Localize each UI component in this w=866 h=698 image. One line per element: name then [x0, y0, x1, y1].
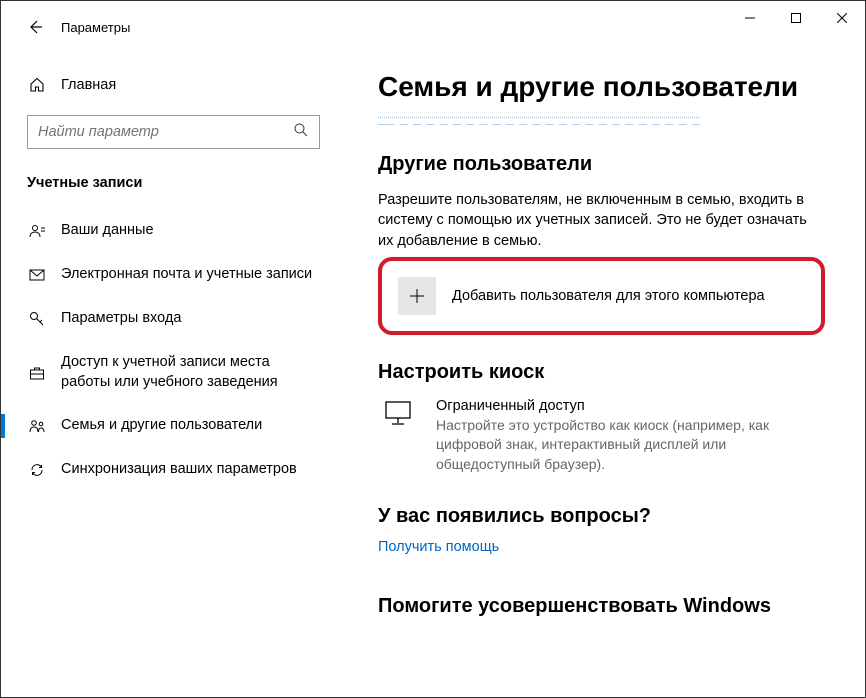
sidebar-item-label: Ваши данные: [61, 221, 154, 241]
add-user-label: Добавить пользователя для этого компьюте…: [452, 288, 765, 304]
kiosk-description: Настройте это устройство как киоск (напр…: [436, 416, 825, 475]
window-maximize-button[interactable]: [773, 2, 819, 34]
window-titlebar: [685, 1, 865, 35]
nav-home[interactable]: Главная: [17, 67, 330, 103]
briefcase-icon: [27, 365, 47, 381]
improve-heading: Помогите усовершенствовать Windows: [378, 595, 825, 618]
sidebar-item-label: Доступ к учетной записи места работы или…: [61, 353, 320, 392]
person-icon: [27, 223, 47, 240]
sidebar-item-label: Семья и другие пользователи: [61, 416, 262, 436]
search-icon: [293, 122, 309, 143]
sidebar-section-label: Учетные записи: [17, 169, 330, 209]
plus-icon: [398, 277, 436, 315]
home-icon: [27, 77, 47, 93]
add-user-button[interactable]: Добавить пользователя для этого компьюте…: [398, 277, 805, 315]
sidebar-item-email-accounts[interactable]: Электронная почта и учетные записи: [17, 253, 330, 297]
mail-icon: [27, 267, 47, 283]
kiosk-heading: Настроить киоск: [378, 361, 825, 384]
search-input-wrapper[interactable]: [27, 115, 320, 149]
sidebar-item-label: Электронная почта и учетные записи: [61, 265, 312, 285]
other-users-description: Разрешите пользователям, не включенным в…: [378, 190, 825, 251]
monitor-icon: [378, 398, 418, 428]
content-pane: Семья и другие пользователи __ _ _ _ _ _…: [346, 53, 865, 697]
sidebar-item-family-users[interactable]: Семья и другие пользователи: [17, 404, 330, 448]
window-minimize-button[interactable]: [727, 2, 773, 34]
key-icon: [27, 311, 47, 327]
sidebar-item-label: Синхронизация ваших параметров: [61, 460, 297, 480]
window-close-button[interactable]: [819, 2, 865, 34]
sidebar-item-label: Параметры входа: [61, 309, 181, 329]
kiosk-assigned-access[interactable]: Ограниченный доступ Настройте это устрой…: [378, 398, 825, 475]
search-input[interactable]: [38, 124, 293, 140]
nav-home-label: Главная: [61, 77, 116, 93]
questions-heading: У вас появились вопросы?: [378, 505, 825, 528]
app-title: Параметры: [61, 20, 130, 35]
people-icon: [27, 418, 47, 435]
back-button[interactable]: [21, 13, 49, 41]
sidebar: Главная Учетные записи Ваши данные Элект…: [1, 53, 346, 697]
page-title: Семья и другие пользователи: [378, 71, 825, 103]
other-users-heading: Другие пользователи: [378, 153, 825, 176]
sidebar-item-work-school[interactable]: Доступ к учетной записи места работы или…: [17, 341, 330, 404]
sidebar-item-your-info[interactable]: Ваши данные: [17, 209, 330, 253]
highlight-annotation: Добавить пользователя для этого компьюте…: [378, 257, 825, 335]
truncated-link[interactable]: __ _ _ _ _ _ _ _ _ _ _ _ _ _ _ _ _ _ _ _…: [378, 109, 825, 125]
sidebar-item-sync[interactable]: Синхронизация ваших параметров: [17, 448, 330, 492]
kiosk-title: Ограниченный доступ: [436, 398, 825, 414]
sync-icon: [27, 462, 47, 478]
sidebar-item-signin-options[interactable]: Параметры входа: [17, 297, 330, 341]
get-help-link[interactable]: Получить помощь: [378, 539, 499, 555]
